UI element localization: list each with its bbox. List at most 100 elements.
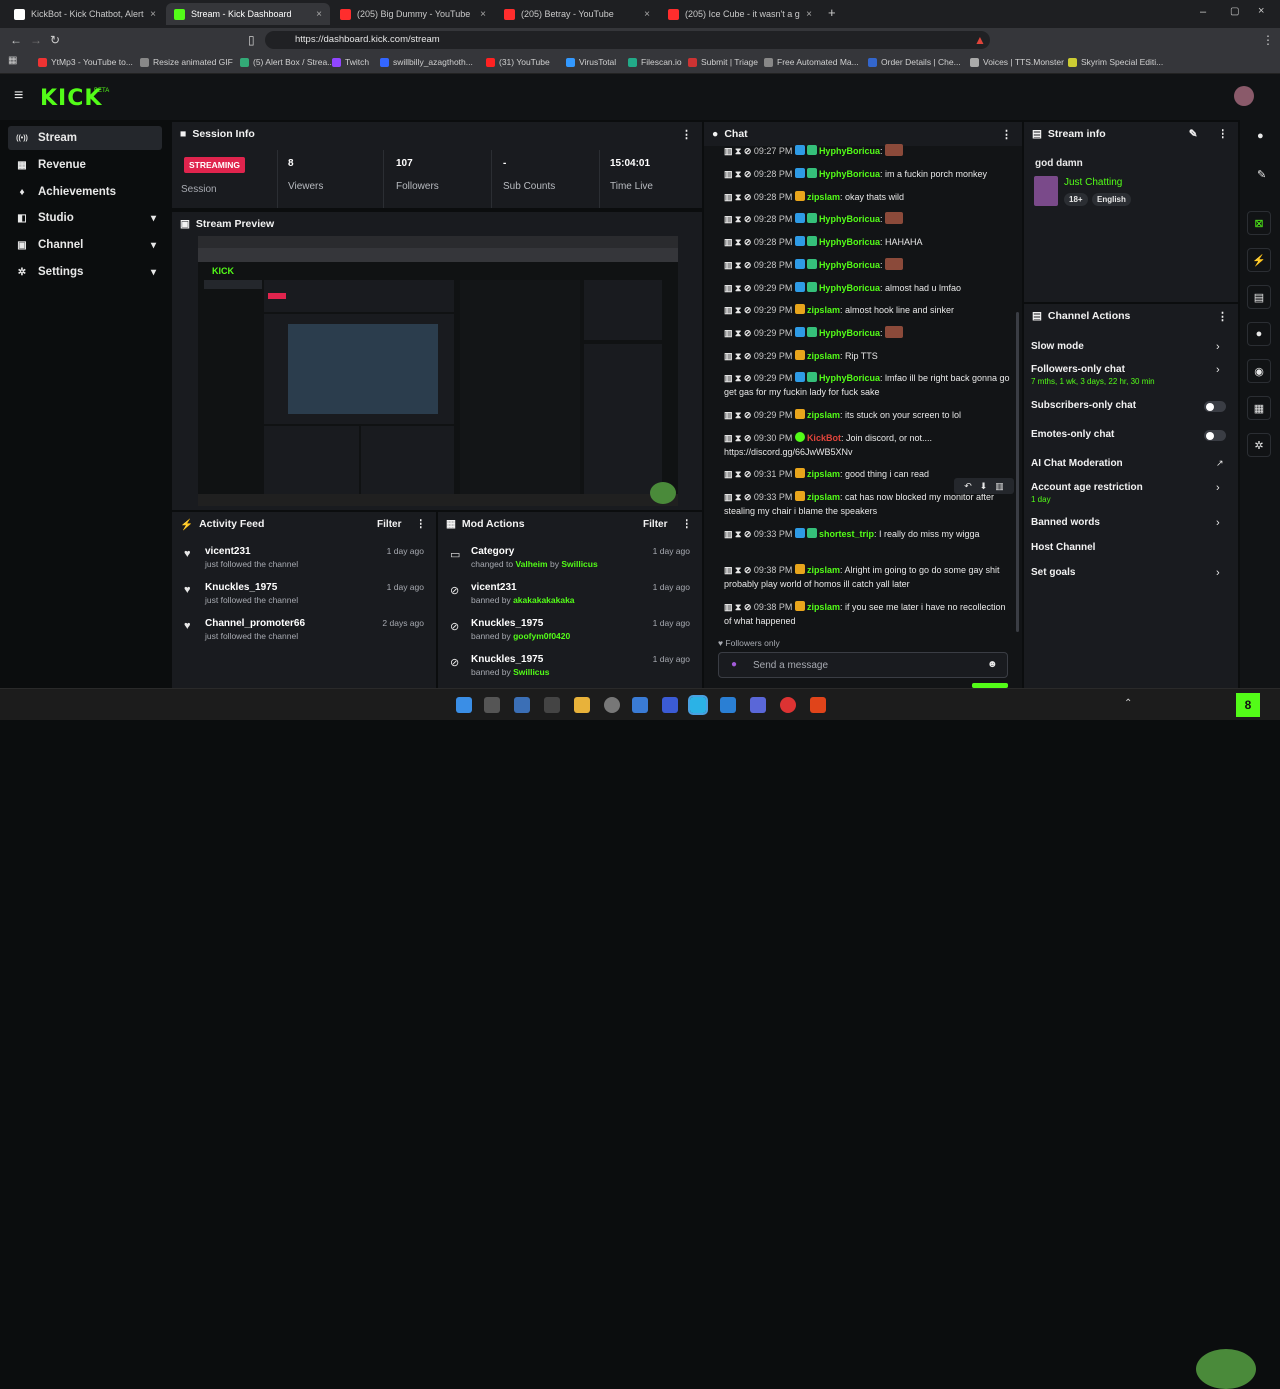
ban-icon[interactable]: ⊘ xyxy=(744,237,754,247)
chat-username[interactable]: zipslam xyxy=(807,192,840,202)
app-icon[interactable] xyxy=(604,697,620,713)
timeout-icon[interactable]: ⧗ xyxy=(735,529,744,539)
app-icon[interactable] xyxy=(720,697,736,713)
timeout-icon[interactable]: ⧗ xyxy=(735,237,744,247)
stream-preview-video[interactable]: KICK xyxy=(198,236,678,506)
chat-message[interactable]: ▥ ⧗ ⊘ 09:29 PM zipslam: Rip TTS xyxy=(718,349,1014,363)
filter-button[interactable]: Filter xyxy=(643,519,667,530)
info-icon[interactable]: ● xyxy=(1257,130,1264,142)
browser-tab[interactable]: (205) Betray - YouTube × xyxy=(496,3,658,25)
chat-username[interactable]: zipslam xyxy=(807,492,840,502)
delete-icon[interactable]: ▥ xyxy=(724,328,735,338)
rail-action-1[interactable]: ⊠ xyxy=(1247,211,1271,235)
chat-message[interactable]: ▥ ⧗ ⊘ 09:38 PM zipslam: Alright im going… xyxy=(718,563,1014,591)
timeout-icon[interactable]: ⧗ xyxy=(735,469,744,479)
timeout-icon[interactable]: ⧗ xyxy=(735,492,744,502)
chat-username[interactable]: shortest_trip xyxy=(819,529,874,539)
kick-tray-icon[interactable]: 8 xyxy=(1236,693,1260,717)
filter-button[interactable]: Filter xyxy=(377,519,401,530)
start-icon[interactable] xyxy=(456,697,472,713)
timeout-icon[interactable]: ⧗ xyxy=(735,410,744,420)
chat-username[interactable]: KickBot xyxy=(807,433,841,443)
apps-icon[interactable]: ▦ xyxy=(8,55,17,66)
timeout-icon[interactable]: ⧗ xyxy=(735,565,744,575)
close-window-icon[interactable]: × xyxy=(1258,5,1264,17)
chat-username[interactable]: HyphyBoricua xyxy=(819,146,880,156)
delete-icon[interactable]: ▥ xyxy=(724,192,735,202)
sidebar-item-stream[interactable]: ((•)) Stream xyxy=(8,126,162,150)
hamburger-icon[interactable]: ≡ xyxy=(14,87,23,105)
more-icon[interactable]: ⋮ xyxy=(1001,128,1012,141)
delete-icon[interactable]: ▥ xyxy=(724,169,735,179)
channel-action-slow-mode[interactable]: Slow mode xyxy=(1031,341,1231,352)
chat-message[interactable]: ▥ ⧗ ⊘ 09:33 PM shortest_trip: I really d… xyxy=(718,527,1014,541)
chevron-right-icon[interactable]: › xyxy=(1216,482,1220,494)
delete-icon[interactable]: ▥ xyxy=(724,214,735,224)
chat-username[interactable]: zipslam xyxy=(807,469,840,479)
channel-action-ai-chat-moderation[interactable]: AI Chat Moderation xyxy=(1031,458,1231,469)
chat-username[interactable]: zipslam xyxy=(807,351,840,361)
chat-message[interactable]: ▥ ⧗ ⊘ 09:30 PM KickBot: Join discord, or… xyxy=(718,431,1014,459)
bookmark-item[interactable]: Twitch xyxy=(332,57,369,67)
bookmark-item[interactable]: Resize animated GIF xyxy=(140,57,233,67)
ban-icon[interactable]: ⊘ xyxy=(744,373,754,383)
chat-message[interactable]: ▥ ⧗ ⊘ 09:28 PM HyphyBoricua: xyxy=(718,212,1014,226)
delete-icon[interactable]: ▥ xyxy=(724,260,735,270)
mod-action-name[interactable]: Knuckles_1975 xyxy=(471,618,543,629)
edit-icon[interactable]: ✎ xyxy=(1257,168,1266,181)
back-icon[interactable]: ← xyxy=(10,33,22,47)
bookmark-item[interactable]: swillbilly_azagthoth... xyxy=(380,57,473,67)
chat-message[interactable]: ▥ ⧗ ⊘ 09:28 PM zipslam: okay thats wild xyxy=(718,190,1014,204)
edit-icon[interactable]: ✎ xyxy=(1189,128,1198,140)
channel-action-followers-only-chat[interactable]: Followers-only chat 7 mths, 1 wk, 3 days,… xyxy=(1031,364,1231,386)
delete-icon[interactable]: ▥ xyxy=(724,602,735,612)
delete-icon[interactable]: ▥ xyxy=(724,283,735,293)
ban-icon[interactable]: ⊘ xyxy=(744,351,754,361)
rail-action-6[interactable]: ▦ xyxy=(1247,396,1271,420)
tab-close-icon[interactable]: × xyxy=(480,9,486,20)
bookmark-item[interactable]: Free Automated Ma... xyxy=(764,57,859,67)
ban-icon[interactable]: ⊘ xyxy=(744,146,754,156)
bookmark-item[interactable]: YtMp3 - YouTube to... xyxy=(38,57,133,67)
chat-message[interactable]: ▥ ⧗ ⊘ 09:29 PM HyphyBoricua: almost had … xyxy=(718,281,1014,295)
delete-icon[interactable]: ▥ xyxy=(724,373,735,383)
bookmark-item[interactable]: VirusTotal xyxy=(566,57,616,67)
ban-icon[interactable]: ⊘ xyxy=(744,328,754,338)
chat-username[interactable]: HyphyBoricua xyxy=(819,260,880,270)
mod-action-target[interactable]: akakakakakaka xyxy=(513,595,574,605)
ban-icon[interactable]: ⊘ xyxy=(744,260,754,270)
pin-icon[interactable]: ⬇ xyxy=(980,481,988,492)
chat-username[interactable]: zipslam xyxy=(807,305,840,315)
app-icon[interactable] xyxy=(688,695,708,715)
sidebar-item-achievements[interactable]: ♦ Achievements xyxy=(8,180,162,204)
sidebar-item-channel[interactable]: ▣ Channel ▾ xyxy=(8,233,162,257)
external-link-icon[interactable]: ↗ xyxy=(1216,458,1224,469)
app-icon[interactable] xyxy=(662,697,678,713)
menu-icon[interactable]: ⋮ xyxy=(1262,33,1274,47)
bookmark-item[interactable]: (5) Alert Box / Strea... xyxy=(240,57,334,67)
ban-icon[interactable]: ⊘ xyxy=(744,283,754,293)
app-icon[interactable] xyxy=(514,697,530,713)
more-icon[interactable]: ⋮ xyxy=(416,518,427,530)
chat-message[interactable]: ▥ ⧗ ⊘ 09:38 PM zipslam: if you see me la… xyxy=(718,600,1014,628)
app-icon[interactable] xyxy=(632,697,648,713)
ban-icon[interactable]: ⊘ xyxy=(744,433,754,443)
ban-icon[interactable]: ⊘ xyxy=(744,602,754,612)
mod-action-name[interactable]: Knuckles_1975 xyxy=(471,654,543,665)
rail-action-3[interactable]: ▤ xyxy=(1247,285,1271,309)
chat-message[interactable]: ▥ ⧗ ⊘ 09:29 PM HyphyBoricua: lmfao ill b… xyxy=(718,371,1014,399)
bookmark-item[interactable]: Voices | TTS.Monster xyxy=(970,57,1064,67)
bookmark-item[interactable]: Order Details | Che... xyxy=(868,57,961,67)
ban-icon[interactable]: ⊘ xyxy=(744,169,754,179)
toggle-switch[interactable] xyxy=(1204,401,1226,412)
delete-icon[interactable]: ▥ xyxy=(724,469,735,479)
chat-username[interactable]: zipslam xyxy=(807,565,840,575)
channel-action-account-age-restriction[interactable]: Account age restriction 1 day xyxy=(1031,482,1231,504)
ban-icon[interactable]: ⊘ xyxy=(744,529,754,539)
minimize-icon[interactable]: – xyxy=(1200,6,1206,18)
new-tab-icon[interactable]: + xyxy=(828,5,836,20)
taskview-icon[interactable] xyxy=(484,697,500,713)
timeout-icon[interactable]: ⧗ xyxy=(735,169,744,179)
delete-icon[interactable]: ▥ xyxy=(724,146,735,156)
chat-username[interactable]: HyphyBoricua xyxy=(819,328,880,338)
